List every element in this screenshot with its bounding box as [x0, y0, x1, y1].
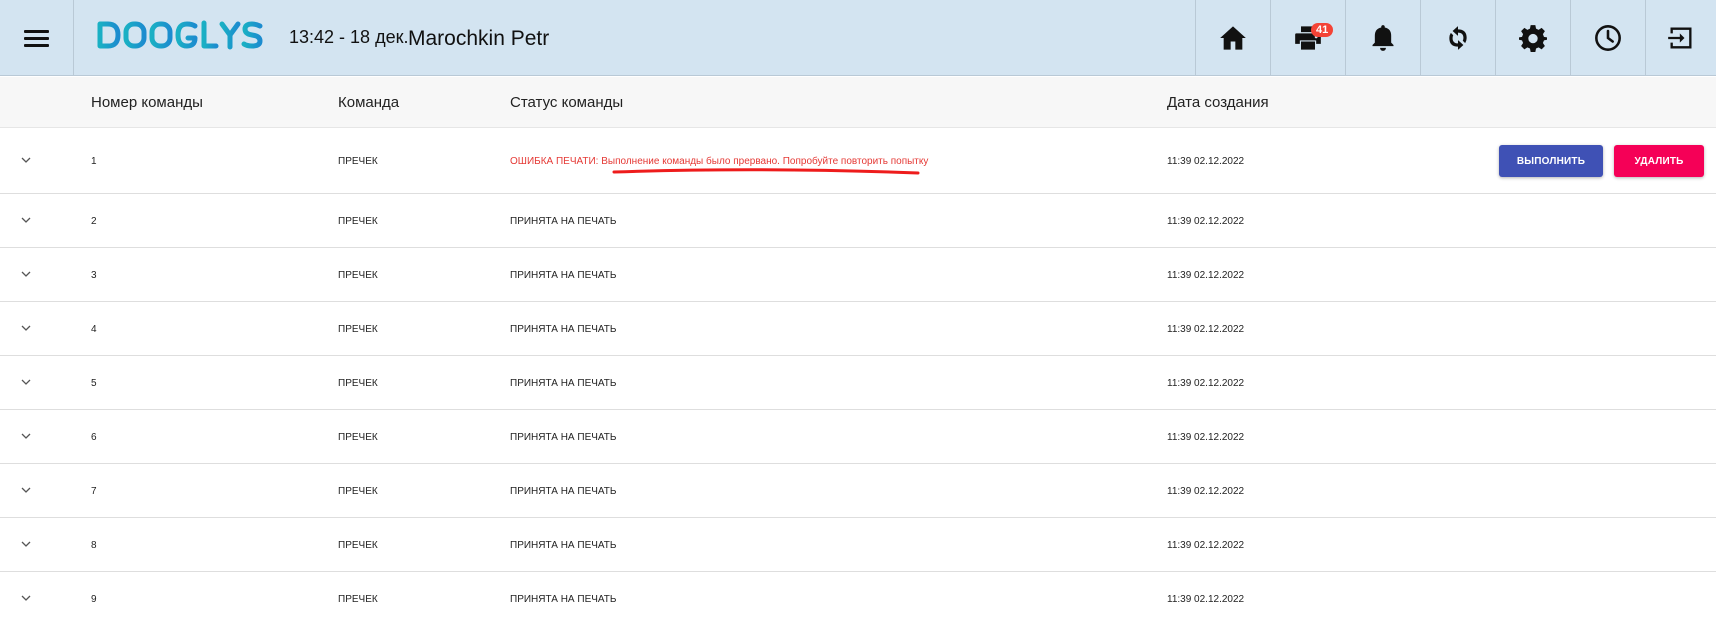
command-number: 2 — [91, 216, 97, 227]
command-number: 1 — [91, 156, 97, 167]
command-name: ПРЕЧЕК — [338, 156, 378, 167]
chevron-down-icon[interactable] — [21, 325, 31, 332]
history-button[interactable] — [1570, 0, 1645, 76]
table-row[interactable]: 1 ПРЕЧЕК ОШИБКА ПЕЧАТИ: Выполнение коман… — [0, 128, 1716, 194]
dooglys-logo — [96, 18, 280, 59]
table-row[interactable]: 4 ПРЕЧЕК ПРИНЯТА НА ПЕЧАТЬ 11:39 02.12.2… — [0, 302, 1716, 356]
chevron-down-icon[interactable] — [21, 217, 31, 224]
sync-button[interactable] — [1420, 0, 1495, 76]
command-number: 6 — [91, 432, 97, 443]
command-number: 3 — [91, 270, 97, 281]
chevron-down-icon[interactable] — [21, 271, 31, 278]
table-header: Номер команды Команда Статус команды Дат… — [0, 77, 1716, 128]
command-number: 9 — [91, 594, 97, 605]
command-number: 5 — [91, 378, 97, 389]
created-date: 11:39 02.12.2022 — [1167, 156, 1245, 167]
command-number: 7 — [91, 486, 97, 497]
command-status: ПРИНЯТА НА ПЕЧАТЬ — [510, 540, 617, 551]
delete-button[interactable]: УДАЛИТЬ — [1614, 145, 1704, 177]
table-row[interactable]: 3 ПРЕЧЕК ПРИНЯТА НА ПЕЧАТЬ 11:39 02.12.2… — [0, 248, 1716, 302]
chevron-down-icon[interactable] — [21, 595, 31, 602]
command-status: ПРИНЯТА НА ПЕЧАТЬ — [510, 216, 617, 227]
clock-text: 13:42 - 18 дек. — [289, 27, 409, 47]
home-button[interactable] — [1195, 0, 1270, 76]
chevron-down-icon[interactable] — [21, 541, 31, 548]
created-date: 11:39 02.12.2022 — [1167, 324, 1245, 335]
chevron-down-icon[interactable] — [21, 379, 31, 386]
created-date: 11:39 02.12.2022 — [1167, 432, 1245, 443]
column-header-created[interactable]: Дата создания — [1167, 94, 1269, 111]
command-name: ПРЕЧЕК — [338, 486, 378, 497]
table-row[interactable]: 2 ПРЕЧЕК ПРИНЯТА НА ПЕЧАТЬ 11:39 02.12.2… — [0, 194, 1716, 248]
notifications-button[interactable] — [1345, 0, 1420, 76]
command-name: ПРЕЧЕК — [338, 324, 378, 335]
settings-button[interactable] — [1495, 0, 1570, 76]
table-row[interactable]: 9 ПРЕЧЕК ПРИНЯТА НА ПЕЧАТЬ 11:39 02.12.2… — [0, 572, 1716, 618]
clock-icon — [1595, 25, 1621, 51]
created-date: 11:39 02.12.2022 — [1167, 216, 1245, 227]
hamburger-icon — [24, 26, 49, 51]
table-row[interactable]: 6 ПРЕЧЕК ПРИНЯТА НА ПЕЧАТЬ 11:39 02.12.2… — [0, 410, 1716, 464]
menu-button[interactable] — [0, 0, 74, 76]
chevron-down-icon[interactable] — [21, 157, 31, 164]
created-date: 11:39 02.12.2022 — [1167, 270, 1245, 281]
command-number: 8 — [91, 540, 97, 551]
user-name: Marochkin Petr — [408, 27, 550, 50]
command-name: ПРЕЧЕК — [338, 432, 378, 443]
created-date: 11:39 02.12.2022 — [1167, 594, 1245, 605]
command-status: ПРИНЯТА НА ПЕЧАТЬ — [510, 594, 617, 605]
command-number: 4 — [91, 324, 97, 335]
bell-icon — [1372, 25, 1394, 51]
status-error-prefix: ОШИБКА ПЕЧАТИ: — [510, 156, 602, 167]
top-bar: 13:42 - 18 дек. Marochkin Petr 41 — [0, 0, 1716, 76]
command-status: ПРИНЯТА НА ПЕЧАТЬ — [510, 324, 617, 335]
execute-button[interactable]: ВЫПОЛНИТЬ — [1499, 145, 1603, 177]
command-status: ПРИНЯТА НА ПЕЧАТЬ — [510, 378, 617, 389]
command-status: ПРИНЯТА НА ПЕЧАТЬ — [510, 270, 617, 281]
command-name: ПРЕЧЕК — [338, 378, 378, 389]
chevron-down-icon[interactable] — [21, 487, 31, 494]
error-underline-annotation — [612, 168, 920, 175]
home-icon — [1220, 26, 1246, 50]
sync-icon — [1449, 26, 1467, 50]
column-header-number[interactable]: Номер команды — [91, 94, 203, 111]
chevron-down-icon[interactable] — [21, 433, 31, 440]
column-header-command[interactable]: Команда — [338, 94, 399, 111]
command-name: ПРЕЧЕК — [338, 270, 378, 281]
column-header-status[interactable]: Статус команды — [510, 94, 623, 111]
gear-icon — [1519, 25, 1547, 52]
created-date: 11:39 02.12.2022 — [1167, 378, 1245, 389]
created-date: 11:39 02.12.2022 — [1167, 486, 1245, 497]
logout-button[interactable] — [1645, 0, 1716, 76]
command-name: ПРЕЧЕК — [338, 216, 378, 227]
command-status: ПРИНЯТА НА ПЕЧАТЬ — [510, 432, 617, 443]
print-queue-button[interactable]: 41 — [1270, 0, 1345, 76]
table-row[interactable]: 5 ПРЕЧЕК ПРИНЯТА НА ПЕЧАТЬ 11:39 02.12.2… — [0, 356, 1716, 410]
command-status: ПРИНЯТА НА ПЕЧАТЬ — [510, 486, 617, 497]
print-queue-badge: 41 — [1311, 23, 1334, 37]
command-name: ПРЕЧЕК — [338, 540, 378, 551]
created-date: 11:39 02.12.2022 — [1167, 540, 1245, 551]
table-row[interactable]: 8 ПРЕЧЕК ПРИНЯТА НА ПЕЧАТЬ 11:39 02.12.2… — [0, 518, 1716, 572]
table-row[interactable]: 7 ПРЕЧЕК ПРИНЯТА НА ПЕЧАТЬ 11:39 02.12.2… — [0, 464, 1716, 518]
logout-icon — [1668, 27, 1692, 49]
command-name: ПРЕЧЕК — [338, 594, 378, 605]
